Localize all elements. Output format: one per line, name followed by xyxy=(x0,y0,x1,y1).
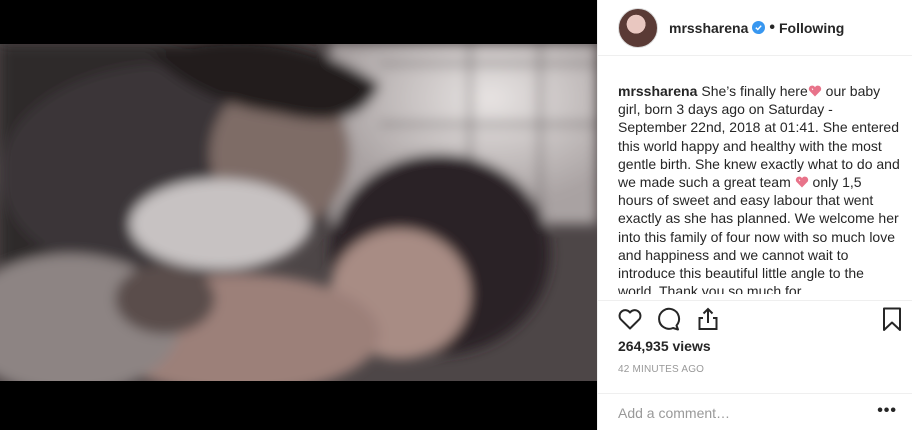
post-media xyxy=(0,0,597,430)
post-timestamp[interactable]: 42 MINUTES AGO xyxy=(618,364,704,375)
post-header: mrssharena • Following xyxy=(598,0,912,56)
speech-bubble-icon[interactable] xyxy=(654,305,682,333)
verified-badge-icon xyxy=(752,21,766,34)
post-photo[interactable] xyxy=(0,44,597,381)
caption-username[interactable]: mrssharena xyxy=(618,83,697,99)
views-count[interactable]: 264,935 views xyxy=(618,338,711,354)
caption-text-part-1: She’s finally here xyxy=(701,83,808,99)
sparkling-heart-emoji-icon-2 xyxy=(795,176,808,188)
share-icon[interactable] xyxy=(694,305,722,333)
separator-dot: • xyxy=(769,18,775,36)
photo-illustration xyxy=(0,44,597,381)
post-caption: mrssharena She’s finally here our baby gi… xyxy=(618,82,900,294)
action-bar xyxy=(598,300,912,336)
username-link[interactable]: mrssharena xyxy=(669,20,748,36)
caption-text-part-3: only 1,5 hours of sweet and easy labour … xyxy=(618,174,899,294)
post-sidebar: mrssharena • Following mrssharena She’s f… xyxy=(597,0,912,430)
avatar[interactable] xyxy=(618,7,658,48)
comment-input[interactable] xyxy=(616,402,870,424)
bookmark-icon[interactable] xyxy=(878,305,906,333)
heart-icon[interactable] xyxy=(616,305,644,333)
comment-bar: ••• xyxy=(598,393,912,430)
more-options-button[interactable]: ••• xyxy=(877,402,897,420)
sparkling-heart-emoji-icon xyxy=(808,85,821,97)
following-button[interactable]: Following xyxy=(779,20,844,36)
